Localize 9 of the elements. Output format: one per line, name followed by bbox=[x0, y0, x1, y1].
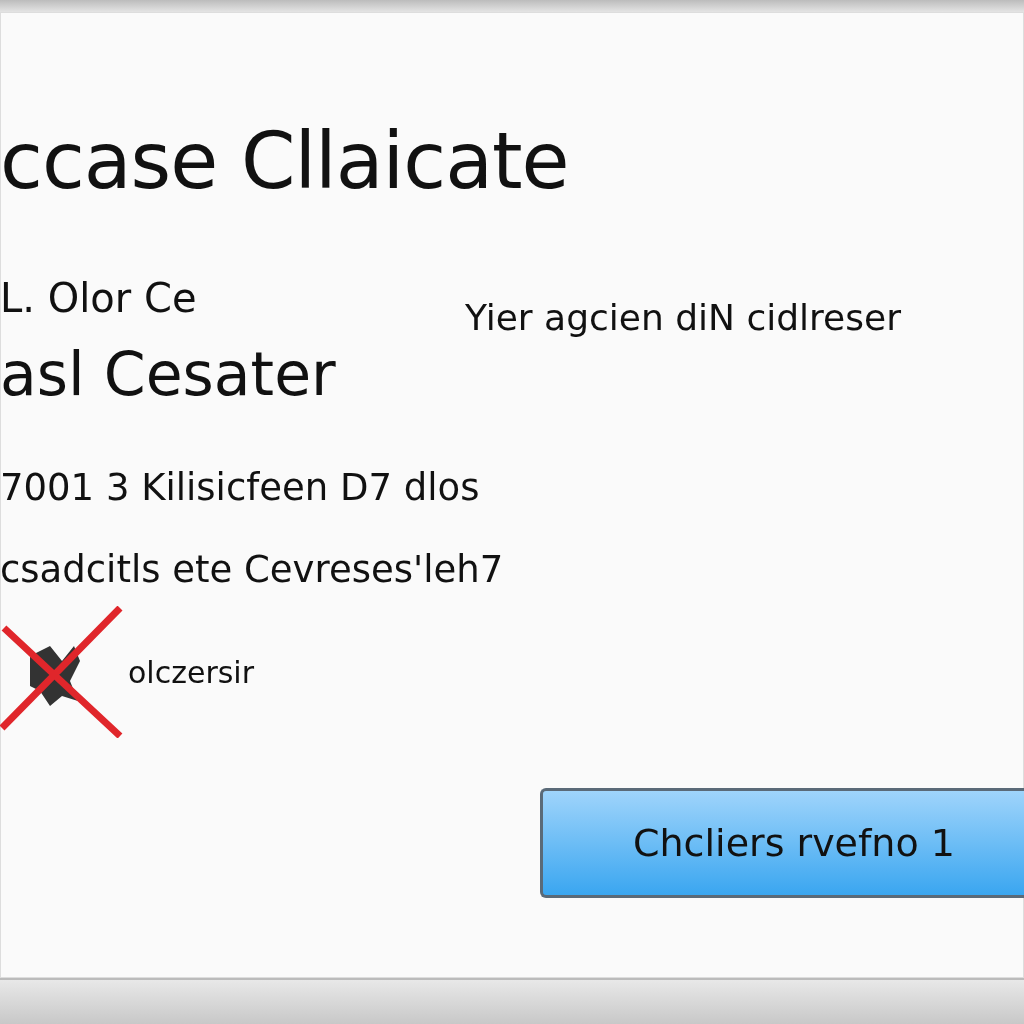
action-button[interactable]: Chcliers rvefno 1 bbox=[540, 788, 1024, 898]
side-note: Yier agcien diN cidlreser bbox=[465, 300, 901, 340]
body-text: 7001 3 Kilisicfeen D7 dlos bbox=[0, 469, 481, 506]
body-text: csadcitls ete Cevreses'leh7 bbox=[0, 551, 505, 588]
dialog-title: ccase Cllaicate bbox=[0, 122, 570, 200]
error-cross-icon bbox=[0, 606, 124, 738]
heading: asl Cesater bbox=[0, 344, 337, 404]
error-label: olczersir bbox=[128, 654, 255, 690]
subtitle: L. Olor Ce bbox=[0, 278, 198, 318]
